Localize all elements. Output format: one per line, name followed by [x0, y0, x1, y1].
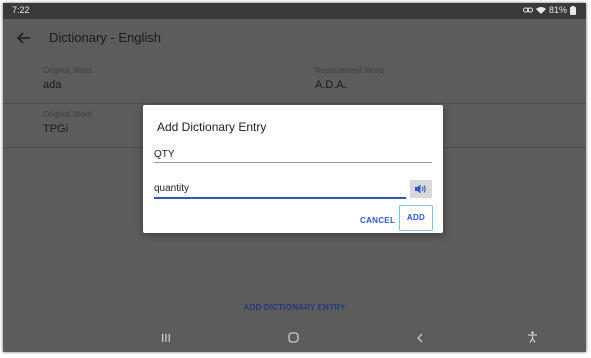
- navigation-bar: [3, 324, 586, 352]
- wifi-icon: [535, 7, 546, 14]
- nav-back-button[interactable]: [408, 330, 432, 348]
- recents-button[interactable]: [154, 330, 178, 348]
- original-word-field[interactable]: QTY: [154, 143, 432, 163]
- list-item[interactable]: Original Word ada Replacement Word A.D.A…: [3, 60, 586, 104]
- add-entry-dialog: Add Dictionary Entry QTY quantity CANCEL…: [143, 105, 443, 233]
- status-time: 7:22: [12, 5, 30, 15]
- back-button[interactable]: [14, 28, 34, 48]
- replacement-word-label: Replacement Word: [315, 66, 384, 75]
- dialog-title: Add Dictionary Entry: [157, 120, 267, 134]
- speaker-icon: [415, 184, 426, 194]
- home-button[interactable]: [281, 330, 305, 348]
- original-word-label: Original Word: [43, 110, 92, 119]
- original-word-value: ada: [43, 79, 62, 91]
- battery-percent: 81%: [548, 5, 567, 15]
- app-bar: Dictionary - English: [3, 19, 586, 59]
- status-icons: 81%: [522, 5, 576, 15]
- add-button[interactable]: ADD: [399, 205, 433, 231]
- home-icon: [287, 332, 299, 343]
- speak-button[interactable]: [410, 180, 432, 198]
- replacement-word-field[interactable]: quantity: [154, 177, 406, 199]
- cancel-button[interactable]: CANCEL: [360, 216, 395, 225]
- add-dictionary-entry-button[interactable]: ADD DICTIONARY ENTRY: [3, 303, 586, 312]
- status-bar: 7:22 81%: [3, 3, 586, 19]
- page-title: Dictionary - English: [49, 30, 161, 45]
- original-word-label: Original Word: [43, 66, 92, 75]
- accessibility-icon: [527, 331, 537, 343]
- replacement-word-value: A.D.A.: [315, 79, 347, 91]
- recents-icon: [162, 334, 170, 342]
- battery-icon: [570, 5, 576, 15]
- link-icon: [522, 7, 533, 13]
- arrow-left-icon: [16, 32, 30, 44]
- app-window: 7:22 81% Dictionary - English Original W…: [3, 3, 586, 352]
- chevron-left-icon: [417, 333, 423, 343]
- accessibility-button[interactable]: [520, 330, 544, 348]
- original-word-value: TPGi: [43, 123, 69, 135]
